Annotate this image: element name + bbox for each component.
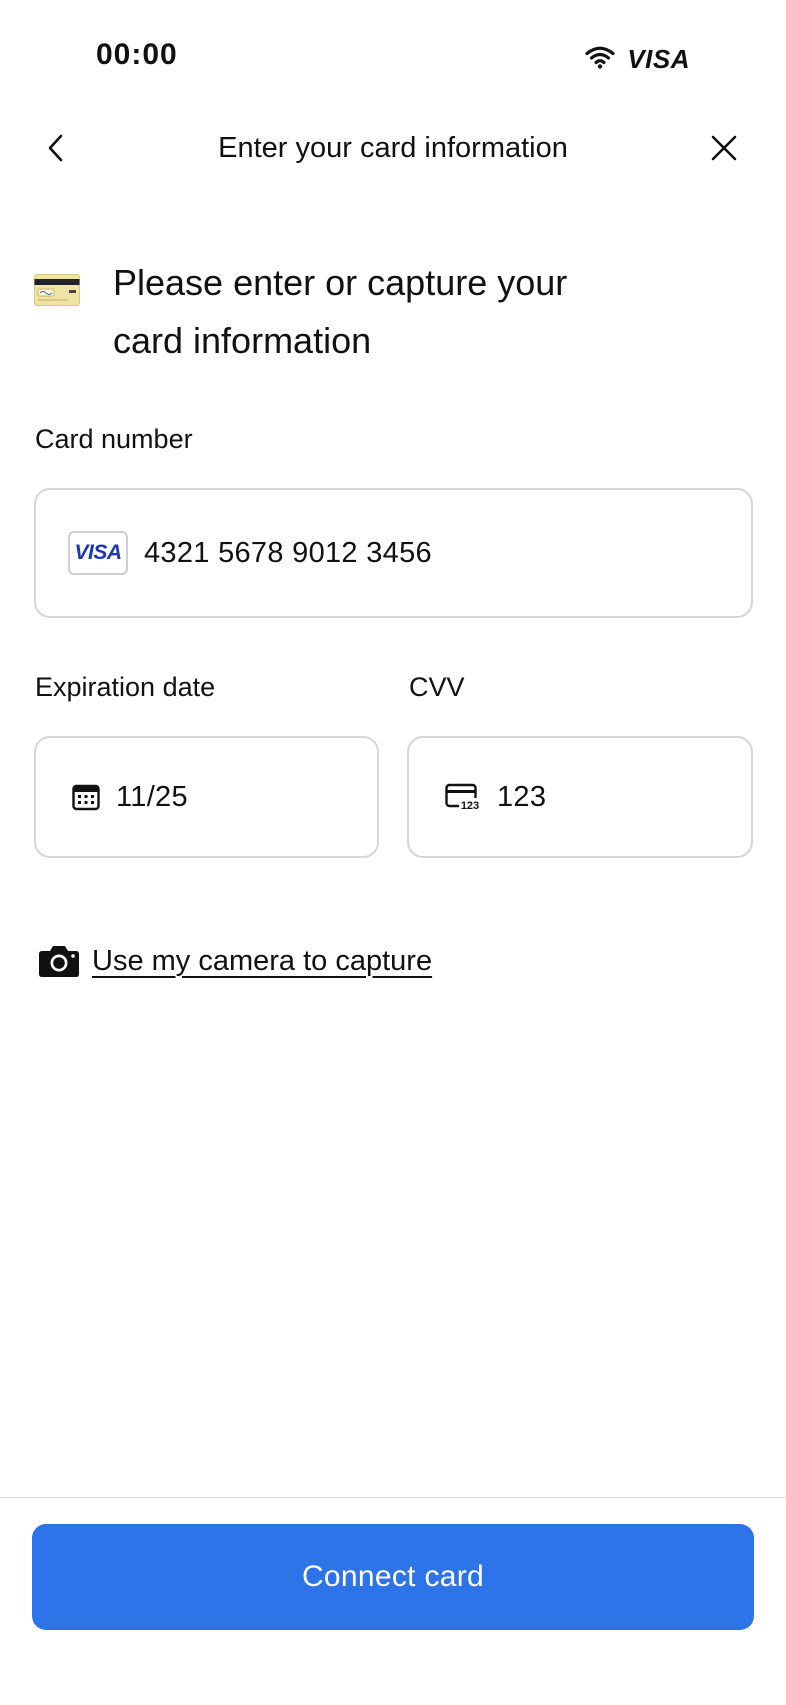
svg-text:123: 123 bbox=[461, 800, 479, 811]
cvv-field[interactable]: 123 123 bbox=[407, 736, 753, 858]
heading-line-2: card information bbox=[113, 320, 372, 361]
camera-capture-link[interactable]: Use my camera to capture bbox=[38, 944, 432, 978]
heading-line-1: Please enter or capture your bbox=[113, 262, 568, 303]
wifi-icon bbox=[585, 45, 615, 74]
card-number-value: 4321 5678 9012 3456 bbox=[144, 536, 432, 569]
card-cvv-icon: 123 bbox=[445, 783, 481, 811]
connect-card-button[interactable]: Connect card bbox=[32, 1524, 754, 1630]
status-bar: 00:00 VISA bbox=[0, 0, 786, 120]
credit-card-emoji-icon bbox=[34, 274, 80, 306]
camera-capture-label[interactable]: Use my camera to capture bbox=[92, 945, 432, 978]
status-right: VISA bbox=[585, 44, 690, 75]
cvv-label: CVV bbox=[409, 672, 465, 702]
heading-text: Please enter or capture your card inform… bbox=[113, 254, 633, 370]
close-icon bbox=[710, 134, 738, 167]
chevron-left-icon bbox=[45, 133, 67, 168]
expiration-date-field[interactable]: 11/25 bbox=[34, 736, 379, 858]
camera-icon bbox=[38, 944, 80, 978]
expiration-date-label: Expiration date bbox=[35, 672, 216, 702]
card-number-label: Card number bbox=[35, 424, 193, 454]
status-carrier: VISA bbox=[627, 44, 690, 74]
status-time: 00:00 bbox=[96, 38, 178, 71]
card-number-field[interactable]: VISA 4321 5678 9012 3456 bbox=[34, 488, 753, 618]
visa-brand-icon: VISA bbox=[68, 531, 128, 575]
calendar-icon bbox=[72, 783, 100, 811]
close-button[interactable] bbox=[698, 124, 750, 176]
cvv-value: 123 bbox=[497, 780, 547, 813]
nav-bar: Enter your card information bbox=[0, 112, 786, 188]
back-button[interactable] bbox=[36, 124, 76, 176]
footer-divider bbox=[0, 1497, 786, 1498]
page-title: Enter your card information bbox=[218, 132, 568, 164]
expiration-date-value: 11/25 bbox=[116, 780, 188, 813]
